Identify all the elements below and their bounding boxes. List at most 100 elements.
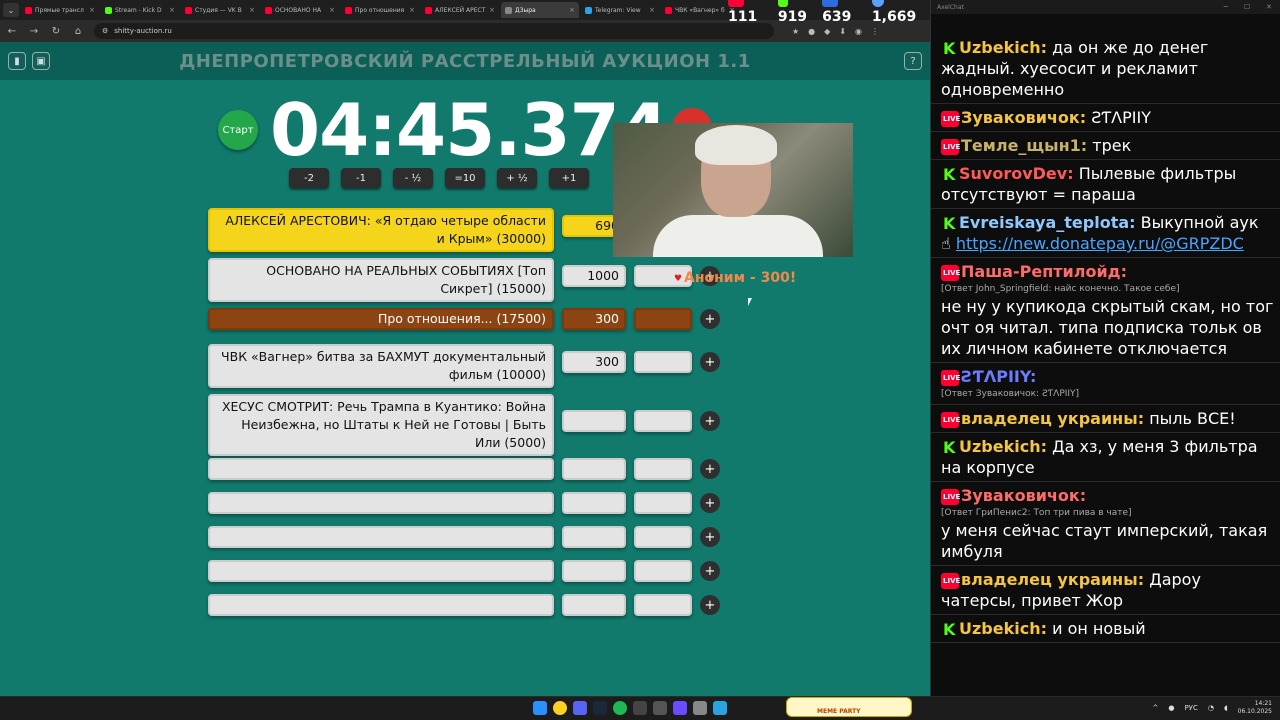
timer-adjust-button[interactable]: - ½: [393, 168, 433, 188]
lot-name-field[interactable]: [208, 560, 554, 582]
lot-add-amount-field[interactable]: [634, 526, 692, 548]
lot-amount-field[interactable]: [562, 458, 626, 480]
language-indicator[interactable]: РУС: [1184, 704, 1197, 712]
add-bid-button[interactable]: +: [700, 411, 720, 431]
lot-name-field[interactable]: [208, 492, 554, 514]
lot-add-amount-field[interactable]: [634, 458, 692, 480]
lot-amount-field[interactable]: [562, 560, 626, 582]
maximize-icon[interactable]: ☐: [1244, 3, 1250, 11]
chrome-icon[interactable]: [553, 701, 567, 715]
chat-username[interactable]: владелец украины:: [961, 570, 1144, 589]
chat-username[interactable]: Uzbekich:: [959, 38, 1047, 57]
clock[interactable]: 14:21 06.10.2025: [1238, 700, 1272, 716]
browser-tab[interactable]: Stream - Kick D ×: [101, 2, 179, 18]
lot-amount-field[interactable]: [562, 594, 626, 616]
lot-name-field[interactable]: [208, 526, 554, 548]
lot-amount-field[interactable]: 1000: [562, 265, 626, 287]
chat-username[interactable]: владелец украины:: [961, 409, 1144, 428]
chat-username[interactable]: SuvorovDev:: [959, 164, 1074, 183]
lot-amount-field[interactable]: [562, 526, 626, 548]
browser-tab[interactable]: ОСНОВАНО НА ×: [261, 2, 339, 18]
tab-search-icon[interactable]: ⌄: [3, 3, 19, 17]
back-icon[interactable]: ←: [6, 26, 18, 37]
chat-messages[interactable]: K Uzbekich: да он же до денег жадный. хуе…: [931, 34, 1280, 643]
tab-close-icon[interactable]: ×: [329, 6, 335, 14]
browser-tab[interactable]: Telegram: View ×: [581, 2, 659, 18]
lot-name-field[interactable]: АЛЕКСЕЙ АРЕСТОВИЧ: «Я отдаю четыре облас…: [208, 208, 554, 252]
telegram-icon[interactable]: [713, 701, 727, 715]
start-menu-icon[interactable]: [533, 701, 547, 715]
chat-username[interactable]: ƧƬΛPIIY:: [961, 367, 1036, 386]
browser-tab[interactable]: Д3ыра ×: [501, 2, 579, 18]
lot-amount-field[interactable]: [562, 492, 626, 514]
lot-name-field[interactable]: ЧВК «Вагнер» битва за БАХМУТ документаль…: [208, 344, 554, 388]
tab-close-icon[interactable]: ×: [489, 6, 495, 14]
chat-username[interactable]: Uzbekich:: [959, 437, 1047, 456]
tab-close-icon[interactable]: ×: [89, 6, 95, 14]
timer-adjust-button[interactable]: +1: [549, 168, 589, 188]
lot-add-amount-field[interactable]: [634, 492, 692, 514]
minimize-icon[interactable]: ─: [1224, 3, 1228, 11]
chat-username[interactable]: Паша-Рептилойд:: [961, 262, 1127, 281]
forward-icon[interactable]: →: [28, 26, 40, 37]
tab-close-icon[interactable]: ×: [409, 6, 415, 14]
site-info-icon[interactable]: ⚙: [102, 27, 108, 35]
chat-username[interactable]: Зуваковичок:: [961, 108, 1086, 127]
chat-username[interactable]: Темле_щын1:: [961, 136, 1087, 155]
browser-tab[interactable]: Про отношения ×: [341, 2, 419, 18]
help-icon[interactable]: ?: [904, 52, 922, 70]
app-icon[interactable]: [673, 701, 687, 715]
lot-name-field[interactable]: ОСНОВАНО НА РЕАЛЬНЫХ СОБЫТИЯХ [Топ Сикре…: [208, 258, 554, 302]
timer-adjust-button[interactable]: + ½: [497, 168, 537, 188]
mic-icon[interactable]: ●: [1168, 704, 1174, 712]
lot-name-field[interactable]: Про отношения... (17500): [208, 308, 554, 330]
timer-adjust-button[interactable]: =10: [445, 168, 485, 188]
profile-icon[interactable]: ◉: [855, 27, 862, 36]
lot-add-amount-field[interactable]: [634, 308, 692, 330]
chat-username[interactable]: Uzbekich:: [959, 619, 1047, 638]
lot-add-amount-field[interactable]: [634, 594, 692, 616]
chat-link[interactable]: https://new.donatepay.ru/@GRPZDC: [956, 234, 1244, 253]
tab-close-icon[interactable]: ×: [249, 6, 255, 14]
lot-add-amount-field[interactable]: [634, 351, 692, 373]
add-bid-button[interactable]: +: [700, 309, 720, 329]
lot-amount-field[interactable]: 300: [562, 351, 626, 373]
browser-tab[interactable]: Прямые трансл ×: [21, 2, 99, 18]
menu-icon[interactable]: ⋮: [871, 27, 879, 36]
timer-adjust-button[interactable]: -2: [289, 168, 329, 188]
url-field[interactable]: ⚙ shitty-auction.ru: [94, 23, 774, 39]
volume-icon[interactable]: ◖: [1224, 704, 1228, 712]
home-icon[interactable]: ⌂: [72, 26, 84, 37]
start-button[interactable]: Старт: [218, 110, 258, 150]
lot-name-field[interactable]: ХЕСУС СМОТРИТ: Речь Трампа в Куантико: В…: [208, 394, 554, 456]
add-bid-button[interactable]: +: [700, 459, 720, 479]
close-icon[interactable]: ✕: [1266, 3, 1272, 11]
add-bid-button[interactable]: +: [700, 595, 720, 615]
tab-close-icon[interactable]: ×: [569, 6, 575, 14]
lot-add-amount-field[interactable]: [634, 410, 692, 432]
add-bid-button[interactable]: +: [700, 352, 720, 372]
lot-add-amount-field[interactable]: [634, 560, 692, 582]
lot-name-field[interactable]: [208, 458, 554, 480]
reload-icon[interactable]: ↻: [50, 26, 62, 37]
discord-icon[interactable]: [573, 701, 587, 715]
app-icon[interactable]: [653, 701, 667, 715]
tab-close-icon[interactable]: ×: [169, 6, 175, 14]
obs-icon[interactable]: [633, 701, 647, 715]
bookmark-star-icon[interactable]: ★: [792, 27, 799, 36]
add-bid-button[interactable]: +: [700, 561, 720, 581]
spotify-icon[interactable]: [613, 701, 627, 715]
save-icon[interactable]: ▣: [32, 52, 50, 70]
app-icon[interactable]: [693, 701, 707, 715]
sidebar-toggle-icon[interactable]: ▮: [8, 52, 26, 70]
chat-username[interactable]: Evreiskaya_teplota:: [959, 213, 1136, 232]
steam-icon[interactable]: [593, 701, 607, 715]
browser-tab[interactable]: АЛЕКСЕЙ АРЕСТ ×: [421, 2, 499, 18]
lot-name-field[interactable]: [208, 594, 554, 616]
network-icon[interactable]: ◔: [1208, 704, 1214, 712]
add-bid-button[interactable]: +: [700, 527, 720, 547]
extensions-puzzle-icon[interactable]: ◆: [824, 27, 830, 36]
download-icon[interactable]: ⬇: [839, 27, 846, 36]
add-bid-button[interactable]: +: [700, 493, 720, 513]
browser-tab[interactable]: Студия — VK В ×: [181, 2, 259, 18]
